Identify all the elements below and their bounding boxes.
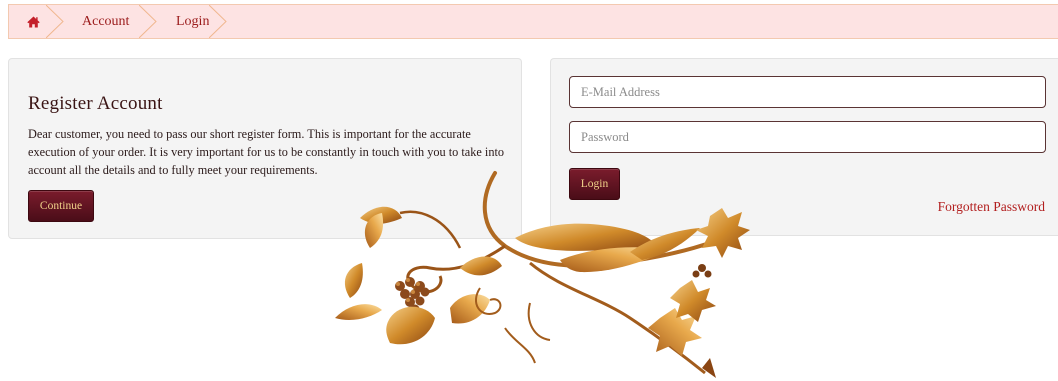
breadcrumb-separator-icon: [209, 5, 227, 38]
breadcrumb-home[interactable]: [9, 5, 64, 38]
breadcrumb: Account Login: [8, 4, 1058, 39]
continue-button[interactable]: Continue: [28, 190, 94, 222]
register-account-title: Register Account: [28, 93, 163, 114]
password-field[interactable]: [569, 121, 1046, 153]
email-field[interactable]: [569, 76, 1046, 108]
breadcrumb-item-login[interactable]: Login: [148, 5, 227, 38]
login-button[interactable]: Login: [569, 168, 620, 200]
breadcrumb-login-label[interactable]: Login: [176, 14, 209, 30]
login-panel: Login Forgotten Password: [550, 58, 1058, 236]
register-account-panel: Register Account Dear customer, you need…: [8, 58, 522, 239]
breadcrumb-item-account[interactable]: Account: [55, 5, 157, 38]
home-icon[interactable]: [27, 16, 40, 28]
register-account-description: Dear customer, you need to pass our shor…: [28, 127, 505, 177]
forgotten-password-link[interactable]: Forgotten Password: [938, 199, 1045, 215]
breadcrumb-account-label[interactable]: Account: [82, 14, 129, 30]
